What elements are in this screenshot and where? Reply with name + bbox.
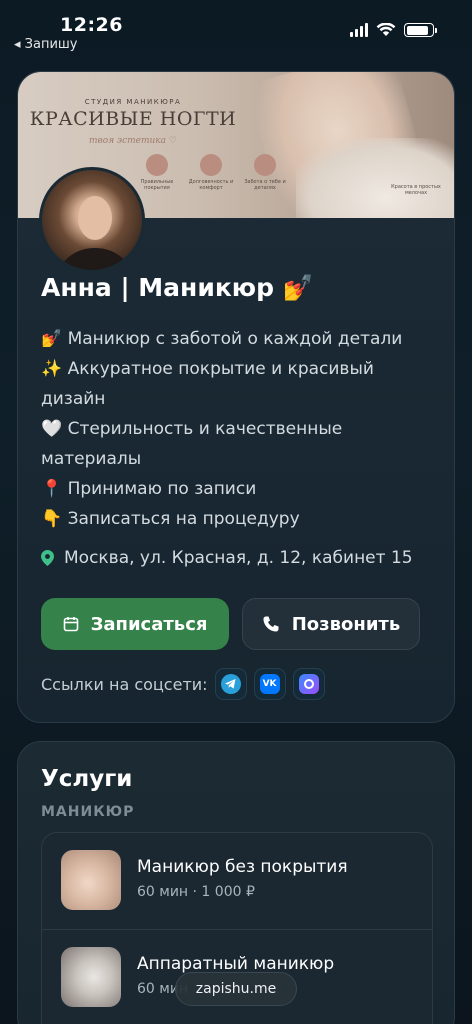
banner-feature: Долговечность и комфорт	[187, 154, 235, 191]
location-pin-icon	[41, 550, 54, 566]
vk-icon: VK	[259, 674, 280, 694]
call-button-label: Позвонить	[291, 613, 401, 635]
call-button[interactable]: Позвонить	[242, 598, 420, 650]
telegram-icon	[220, 674, 241, 694]
back-to-app-link[interactable]: ◂ Запишу	[14, 37, 78, 52]
banner-title: КРАСИВЫЕ НОГТИ	[29, 108, 237, 130]
battery-icon	[404, 23, 437, 37]
max-icon	[298, 674, 319, 694]
service-name: Аппаратный маникюр	[137, 954, 335, 974]
social-links: Ссылки на соцсети: VK	[41, 668, 325, 700]
description-line: ✨ Аккуратное покрытие и красивый дизайн	[41, 359, 374, 409]
profile-card: СТУДИЯ МАНИКЮРА КРАСИВЫЕ НОГТИ твоя эсте…	[17, 71, 455, 723]
services-category: МАНИКЮР	[41, 804, 135, 820]
service-meta: 60 мин · 1 000 ₽	[137, 884, 255, 900]
service-thumbnail	[61, 947, 121, 1007]
social-links-label: Ссылки на соцсети:	[41, 674, 208, 694]
description-line: 👇 Записаться на процедуру	[41, 509, 300, 529]
description-line: 🤍 Стерильность и качественные материалы	[41, 419, 343, 469]
nail-polish-icon	[146, 154, 168, 176]
profile-name: Анна | Маникюр 💅	[41, 273, 314, 302]
banner-feature: Забота о тебе и деталях	[241, 154, 289, 191]
service-name: Маникюр без покрытия	[137, 857, 348, 877]
avatar	[39, 167, 145, 273]
banner-feature: Правильные покрытия	[133, 154, 181, 191]
book-button-label: Записаться	[90, 613, 208, 635]
status-bar: 12:26 ◂ Запишу	[0, 0, 472, 56]
banner-note: Красота в простых мелочах	[391, 184, 441, 196]
url-pill[interactable]: zapishu.me	[175, 972, 297, 1006]
status-time: 12:26	[60, 14, 123, 36]
description-line: 💅 Маникюр с заботой о каждой детали	[41, 329, 403, 349]
profile-description: 💅 Маникюр с заботой о каждой детали ✨ Ак…	[41, 324, 441, 534]
calendar-icon	[63, 617, 78, 632]
address: Москва, ул. Красная, д. 12, кабинет 15	[41, 548, 413, 568]
services-title: Услуги	[41, 766, 133, 792]
cellular-signal-icon	[350, 23, 368, 37]
hand-care-icon	[254, 154, 276, 176]
vk-link[interactable]: VK	[253, 668, 286, 700]
wifi-icon	[376, 23, 396, 36]
telegram-link[interactable]	[214, 668, 247, 700]
service-item[interactable]: Маникюр без покрытия 60 мин · 1 000 ₽	[42, 833, 432, 929]
description-line: 📍 Принимаю по записи	[41, 479, 257, 499]
banner-cloth-image	[296, 138, 454, 218]
banner-tagline: твоя эстетика ♡	[89, 136, 177, 146]
banner-features: Правильные покрытия Долговечность и комф…	[133, 154, 289, 191]
banner-subtitle: СТУДИЯ МАНИКЮРА	[84, 98, 182, 106]
service-thumbnail	[61, 850, 121, 910]
book-button[interactable]: Записаться	[41, 598, 229, 650]
phone-icon	[263, 616, 279, 632]
status-icons	[350, 23, 437, 37]
max-link[interactable]	[292, 668, 325, 700]
address-text: Москва, ул. Красная, д. 12, кабинет 15	[64, 548, 413, 568]
calendar-icon	[200, 154, 222, 176]
